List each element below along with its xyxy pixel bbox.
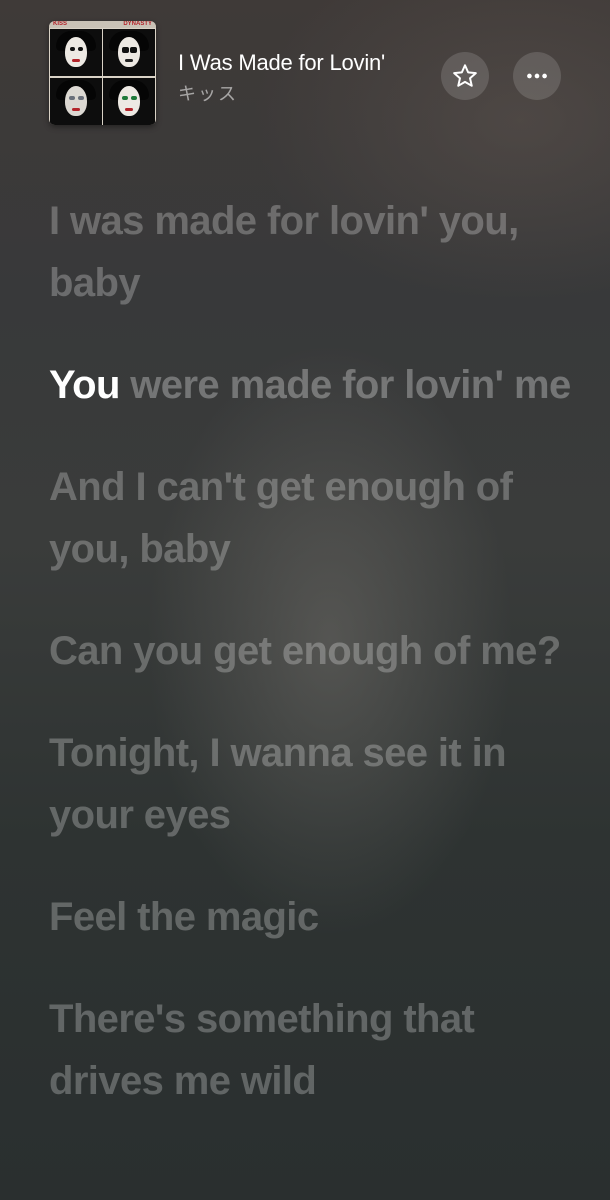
lyric-line[interactable]: There's something that drives me wild bbox=[49, 988, 589, 1112]
album-band-logo: KISS bbox=[53, 21, 68, 27]
album-face-1 bbox=[50, 29, 102, 76]
lyric-line[interactable]: Feel the magic bbox=[49, 886, 589, 948]
now-playing-header: KISS DYNASTY I Was Made for Lovin' キッス bbox=[0, 0, 610, 140]
lyric-line[interactable]: Tonight, I wanna see it in your eyes bbox=[49, 722, 589, 846]
album-face-3 bbox=[50, 78, 102, 125]
more-options-button[interactable] bbox=[513, 52, 561, 100]
lyric-unsung-text: were made for lovin' me bbox=[119, 363, 571, 407]
artist-name: キッス bbox=[178, 84, 238, 105]
favorite-button[interactable] bbox=[441, 52, 489, 100]
lyric-sung-word: You bbox=[49, 363, 120, 407]
song-title: I Was Made for Lovin' bbox=[178, 50, 386, 75]
lyric-line[interactable]: Can you get enough of me? bbox=[49, 620, 589, 682]
album-face-2 bbox=[103, 29, 155, 76]
album-artwork[interactable]: KISS DYNASTY bbox=[49, 21, 156, 125]
ellipsis-icon bbox=[527, 73, 547, 79]
lyric-line[interactable]: I was made for lovin' you, baby bbox=[49, 190, 589, 314]
lyric-line[interactable]: And I can't get enough of you, baby bbox=[49, 456, 589, 580]
star-icon bbox=[453, 64, 477, 87]
album-face-4 bbox=[103, 78, 155, 125]
lyrics-list: I was made for lovin' you, baby You were… bbox=[49, 190, 589, 1152]
album-title-text: DYNASTY bbox=[123, 21, 152, 27]
lyric-line-current[interactable]: You were made for lovin' me bbox=[49, 354, 589, 416]
